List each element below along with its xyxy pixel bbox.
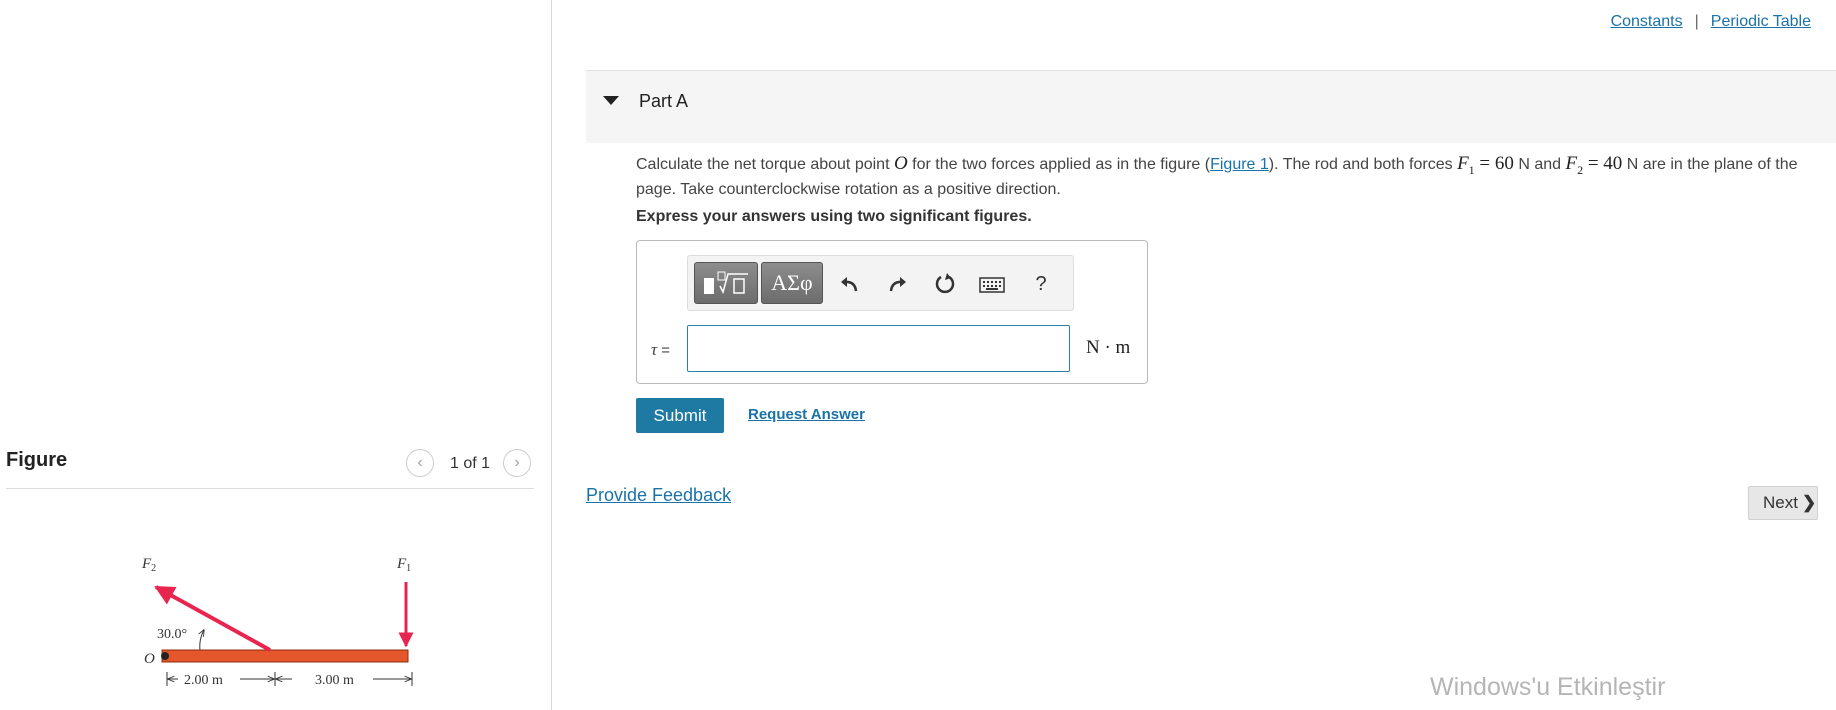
pivot-point	[161, 652, 169, 660]
figure-pane: Figure ‹ 1 of 1 › F2 F1 30.0° O 2.00 m 3…	[0, 0, 551, 710]
greek-symbols-button[interactable]: ΑΣφ	[761, 262, 823, 304]
figure-header: Figure ‹ 1 of 1 ›	[6, 440, 534, 489]
figure-diagram: F2 F1 30.0° O 2.00 m 3.00 m	[141, 556, 414, 688]
answer-box: ΑΣφ ? τ = N · m	[636, 240, 1148, 384]
figure-title: Figure	[6, 449, 68, 471]
templates-button[interactable]	[694, 262, 758, 304]
origin-label: O	[144, 651, 155, 667]
instruction-text: Express your answers using two significa…	[636, 208, 1032, 225]
keyboard-button[interactable]	[978, 270, 1006, 298]
templates-icon	[704, 271, 748, 295]
dim-label-2: 3.00 m	[315, 673, 354, 688]
f1-label: F1	[396, 556, 411, 574]
part-label: Part A	[639, 91, 689, 111]
top-links: Constants | Periodic Table	[1611, 13, 1811, 31]
question-text: Calculate the net torque about point O f…	[636, 153, 1798, 198]
reset-icon	[935, 273, 955, 294]
undo-button[interactable]	[836, 270, 864, 298]
link-separator: |	[1694, 13, 1699, 30]
answer-unit: N · m	[1086, 337, 1131, 358]
redo-button[interactable]	[883, 270, 911, 298]
figure-link[interactable]: Figure 1	[1210, 156, 1269, 173]
chevron-right-icon: ❯	[1801, 493, 1817, 512]
next-button[interactable]: Next ❯	[1748, 486, 1818, 520]
figure-page-count: 1 of 1	[450, 455, 491, 472]
request-answer-link[interactable]: Request Answer	[748, 406, 865, 423]
angle-label: 30.0°	[157, 627, 187, 642]
part-a-header[interactable]: Part A	[586, 70, 1836, 143]
submit-button[interactable]: Submit	[636, 398, 724, 433]
previous-figure-button[interactable]: ‹	[406, 449, 434, 477]
math-toolbar: ΑΣφ ?	[687, 255, 1074, 311]
redo-icon	[889, 277, 906, 292]
answer-label: τ =	[651, 340, 671, 359]
next-figure-button[interactable]: ›	[503, 449, 531, 477]
chevron-right-icon: ›	[514, 454, 520, 471]
angle-arc	[200, 630, 204, 651]
constants-link[interactable]: Constants	[1611, 13, 1683, 30]
answer-input[interactable]	[687, 325, 1070, 372]
provide-feedback-link[interactable]: Provide Feedback	[586, 485, 731, 506]
undo-icon	[841, 277, 858, 292]
reset-button[interactable]	[931, 270, 959, 298]
activation-watermark: Windows'u Etkinleştir	[1430, 673, 1666, 701]
pane-divider	[551, 0, 552, 710]
caret-down-icon[interactable]	[603, 96, 619, 105]
f2-label: F2	[141, 556, 156, 574]
next-label: Next	[1763, 493, 1798, 512]
dim-label-1: 2.00 m	[184, 673, 223, 688]
periodic-table-link[interactable]: Periodic Table	[1711, 13, 1811, 30]
keyboard-icon	[979, 277, 1005, 293]
chevron-left-icon: ‹	[417, 454, 423, 471]
rod	[161, 649, 409, 663]
help-button[interactable]: ?	[1027, 270, 1055, 298]
